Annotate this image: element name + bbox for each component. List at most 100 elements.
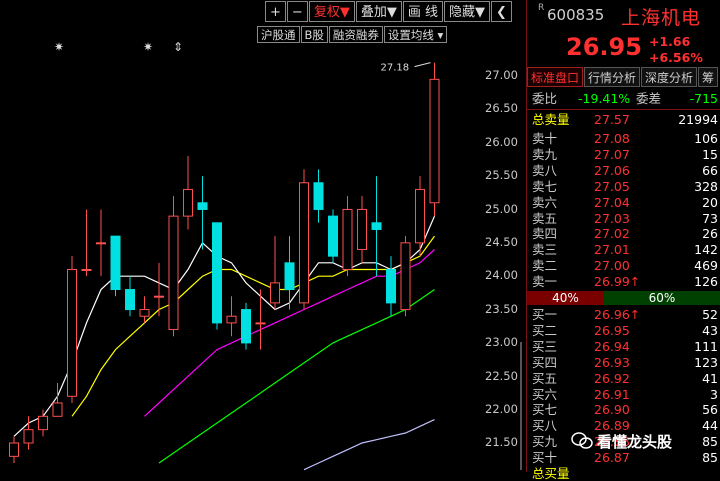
r-icon: R [538,3,545,13]
sell-level-label: 卖八 [532,162,558,178]
sell-level-label: 卖四 [532,226,558,242]
candle-body [96,242,106,245]
tab-standard-book[interactable]: 标准盘口 [527,67,584,87]
y-tick-label: 25.00 [485,201,518,216]
zoom-out-button[interactable]: − [286,1,308,22]
sell-level-label: 卖一 [532,274,558,290]
kline-chart-area[interactable]: 27.18 [0,0,522,472]
ma60-line [158,289,435,464]
candle-body [241,309,251,344]
sell-price: 27.01 [594,242,630,258]
buy-volume: 123 [694,354,718,370]
buy-level-label: 买一 [532,307,558,322]
sell-price: 27.03 [594,210,630,226]
buy-row[interactable]: 买一 26.96↑ 52 [532,307,720,322]
buy-level-label: 买七 [532,402,558,418]
price-change: +1.66 [649,34,691,49]
candle-body [212,222,222,324]
tab-chips[interactable]: 筹 [698,67,719,87]
buy-level-label: 买六 [532,386,558,402]
sell-level-label: 卖二 [532,258,558,274]
ma10-line [71,235,435,417]
candle-body [386,269,396,304]
y-tick-label: 21.50 [485,435,518,450]
buy-level-label: 买十 [532,450,558,466]
y-tick-label: 23.00 [485,335,518,350]
candle-body [197,202,208,210]
quote-tabs: 标准盘口 行情分析 深度分析 筹 [527,67,719,87]
b-share-button[interactable]: B股 [300,26,328,43]
sell-level-label: 卖六 [532,194,558,210]
weicha-value: -715 [689,91,718,106]
sell-level-label: 卖十 [532,131,558,146]
buy-volume: 111 [694,338,718,354]
buy-row[interactable]: 买三 26.94 111 [532,339,720,354]
last-price: 26.95 [566,33,642,61]
tab-market-analysis[interactable]: 行情分析 [584,67,641,87]
buy-row[interactable]: 买二 26.95 43 [532,323,720,338]
buy-row[interactable]: 买七 26.90 56 [532,402,720,417]
sell-row[interactable]: 卖十 27.08 106 [532,131,720,146]
buy-level-label: 买五 [532,370,558,386]
buy-sell-ratio: 40% 60% [527,291,720,305]
sell-price: 27.08 [594,131,630,146]
sell-total-vol: 21994 [678,112,718,127]
sell-total-row: 总卖量 27.57 21994 [532,112,720,127]
margin-trading-button[interactable]: 融资融券 [328,26,383,43]
sell-row[interactable]: 卖三 27.01 142 [532,242,720,257]
sell-row[interactable]: 卖四 27.02 26 [532,226,720,241]
kline-chart[interactable]: 27.18 [0,0,522,472]
candle-body [81,269,92,272]
sell-row[interactable]: 卖八 27.06 66 [532,163,720,178]
ma-settings-button[interactable]: 设置均线 ▾ [383,26,448,43]
sell-total-price: 27.57 [594,112,630,127]
stock-name: 上海机电 [621,7,702,29]
buy-level-label: 买二 [532,322,558,338]
candle-body [357,208,367,250]
buy-price: 26.93 [594,354,630,370]
sell-volume: 20 [702,194,718,210]
buy-row[interactable]: 买四 26.93 123 [532,355,720,370]
sell-row[interactable]: 卖九 27.07 15 [532,147,720,162]
hgt-button[interactable]: 沪股通 [257,26,300,43]
sell-row[interactable]: 卖五 27.03 73 [532,211,720,226]
candle-body [52,402,63,417]
collapse-icon[interactable]: ❮ [490,1,512,22]
overlay-button[interactable]: 叠加▼ [355,1,402,22]
buy-total-row: 总买量 [532,466,720,481]
sell-row[interactable]: 卖一 26.99↑ 126 [532,274,720,289]
buy-row[interactable]: 买六 26.91 3 [532,387,720,402]
candle-body [9,442,19,457]
hide-button[interactable]: 隐藏▼ [443,1,490,22]
sell-row[interactable]: 卖二 27.00 469 [532,258,720,273]
buy-row[interactable]: 买十 26.87 85 [532,450,720,465]
buy-volume: 44 [702,418,718,434]
buy-level-label: 买三 [532,338,558,354]
sell-volume: 66 [702,162,718,178]
event-marker-icon[interactable]: ⇕ [173,40,183,54]
candle-body [226,315,237,324]
y-tick-label: 25.50 [485,168,518,183]
sell-volume: 106 [694,131,718,146]
candle-body [255,322,266,325]
event-marker-icon[interactable]: ✷ [143,40,153,54]
tab-deep-analysis[interactable]: 深度分析 [641,67,698,87]
sell-row[interactable]: 卖七 27.05 328 [532,179,720,194]
restore-rights-button[interactable]: 复权▼ [308,1,355,22]
candle-body [400,242,411,311]
y-tick-label: 24.00 [485,268,518,283]
sell-row[interactable]: 卖六 27.04 20 [532,195,720,210]
draw-line-button[interactable]: 画 线 [402,1,443,22]
buy-level-label: 买八 [532,418,558,434]
buy-volume: 56 [702,402,718,418]
zoom-in-button[interactable]: + [265,1,286,22]
sell-price: 26.99↑ [594,274,641,290]
sell-volume: 142 [694,242,718,258]
buy-volume: 52 [702,307,718,322]
candle-body [371,222,382,230]
high-annotation: 27.18 [381,63,410,74]
y-tick-label: 22.50 [485,368,518,383]
buy-row[interactable]: 买五 26.92 41 [532,371,720,386]
event-marker-icon[interactable]: ✷ [54,40,64,54]
sell-ratio: 40% [527,291,604,305]
